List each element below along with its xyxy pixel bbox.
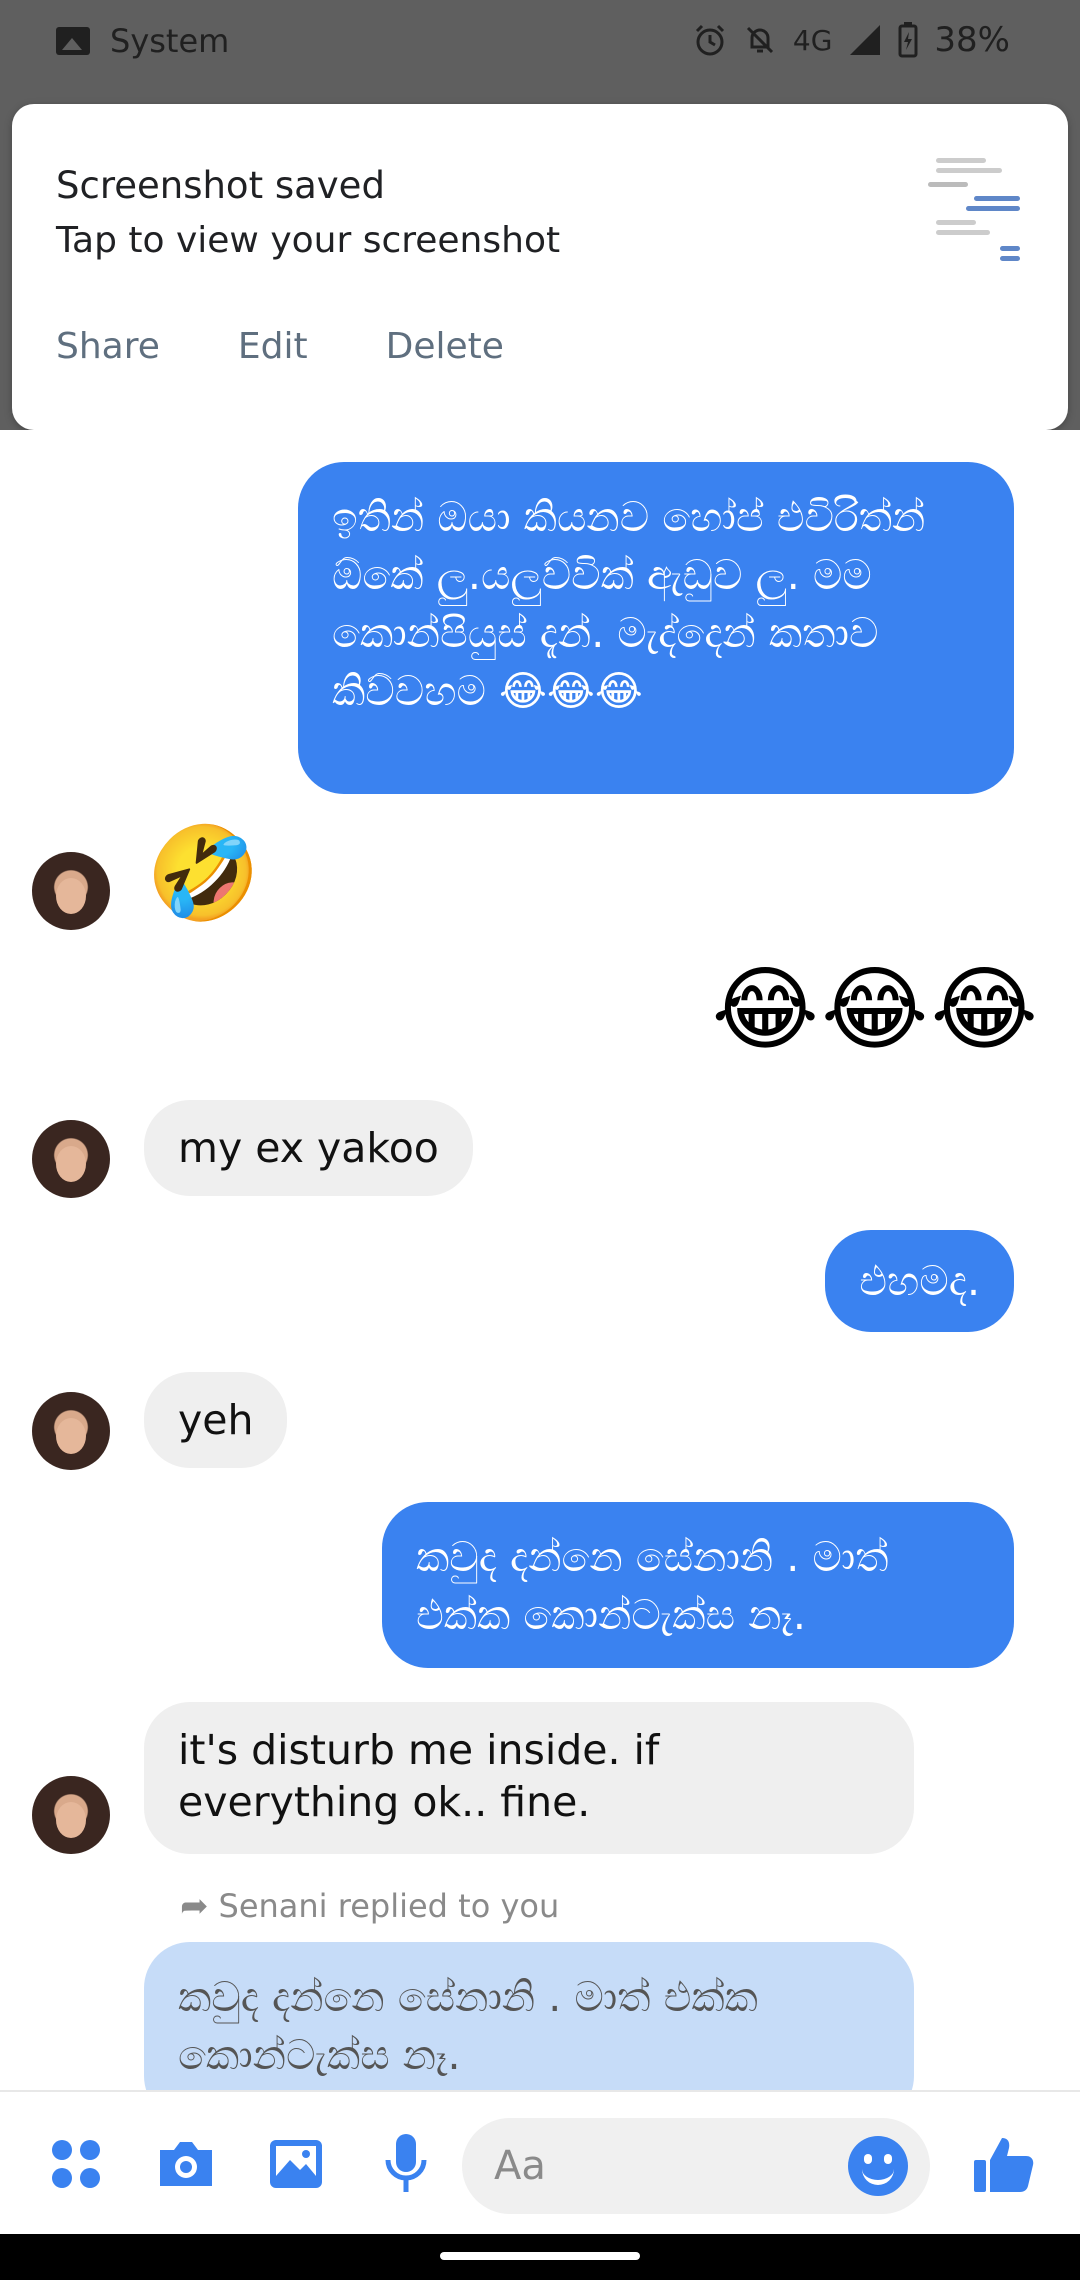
battery-icon — [898, 22, 918, 58]
notification-actions: Share Edit Delete — [56, 326, 504, 367]
message-composer — [0, 2090, 1080, 2234]
outgoing-message[interactable]: එහමද. — [825, 1230, 1014, 1332]
outgoing-message[interactable]: ඉතින් ඔයා කියනව හෝප් එවිරිත්න් ඕකේ ලු.යල… — [298, 462, 1014, 794]
screenshot-thumbnail[interactable] — [926, 154, 1022, 266]
alarm-icon — [695, 24, 724, 56]
contact-avatar[interactable] — [32, 1392, 110, 1470]
contact-avatar[interactable] — [32, 1776, 110, 1854]
incoming-emoji-message[interactable]: 🤣 — [146, 824, 261, 924]
notification-subtitle: Tap to view your screenshot — [56, 220, 561, 261]
network-label: 4G — [792, 23, 833, 57]
status-bar: System 4G 38% — [0, 0, 1080, 90]
outgoing-emoji-message[interactable]: 😂😂😂 — [712, 960, 1041, 1060]
signal-icon — [850, 25, 881, 55]
microphone-icon[interactable] — [374, 2132, 438, 2196]
gallery-icon[interactable] — [264, 2132, 328, 2196]
bell-off-icon — [746, 26, 773, 54]
home-gesture-handle[interactable] — [440, 2252, 640, 2260]
outgoing-message[interactable]: කවුද දන්නෙ සේනානි . මාත් එක්ක කොන්ටැක්ස … — [382, 1502, 1014, 1668]
message-input[interactable] — [494, 2138, 834, 2194]
delete-button[interactable]: Delete — [386, 326, 504, 367]
emoji-picker-icon[interactable] — [848, 2136, 908, 2196]
message-thread[interactable]: ඉතින් ඔයා කියනව හෝප් එවිරිත්න් ඕකේ ලු.යල… — [0, 430, 1080, 2122]
incoming-message[interactable]: yeh — [144, 1372, 288, 1468]
notification-title: Screenshot saved — [56, 164, 385, 207]
image-icon — [56, 27, 90, 55]
edit-button[interactable]: Edit — [238, 326, 308, 367]
share-button[interactable]: Share — [56, 326, 160, 367]
thumbs-up-icon[interactable] — [972, 2132, 1036, 2196]
system-navigation-bar — [0, 2234, 1080, 2280]
contact-avatar[interactable] — [32, 1120, 110, 1198]
message-input-container[interactable] — [462, 2118, 930, 2214]
battery-percent: 38% — [934, 20, 1010, 60]
incoming-message[interactable]: my ex yakoo — [144, 1100, 473, 1196]
reply-indicator: ➦ Senani replied to you — [180, 1886, 559, 1926]
status-left: System — [56, 22, 229, 60]
screenshot-notification[interactable]: Screenshot saved Tap to view your screen… — [12, 104, 1068, 430]
menu-dots-icon[interactable] — [44, 2132, 108, 2196]
contact-avatar[interactable] — [32, 852, 110, 930]
status-right: 4G 38% — [693, 20, 1010, 60]
status-app-label: System — [110, 22, 230, 60]
camera-icon[interactable] — [154, 2132, 218, 2196]
reply-indicator-text: Senani replied to you — [218, 1887, 560, 1925]
incoming-message[interactable]: it's disturb me inside. if everything ok… — [144, 1702, 914, 1854]
reply-arrow-icon: ➦ — [180, 1886, 209, 1926]
